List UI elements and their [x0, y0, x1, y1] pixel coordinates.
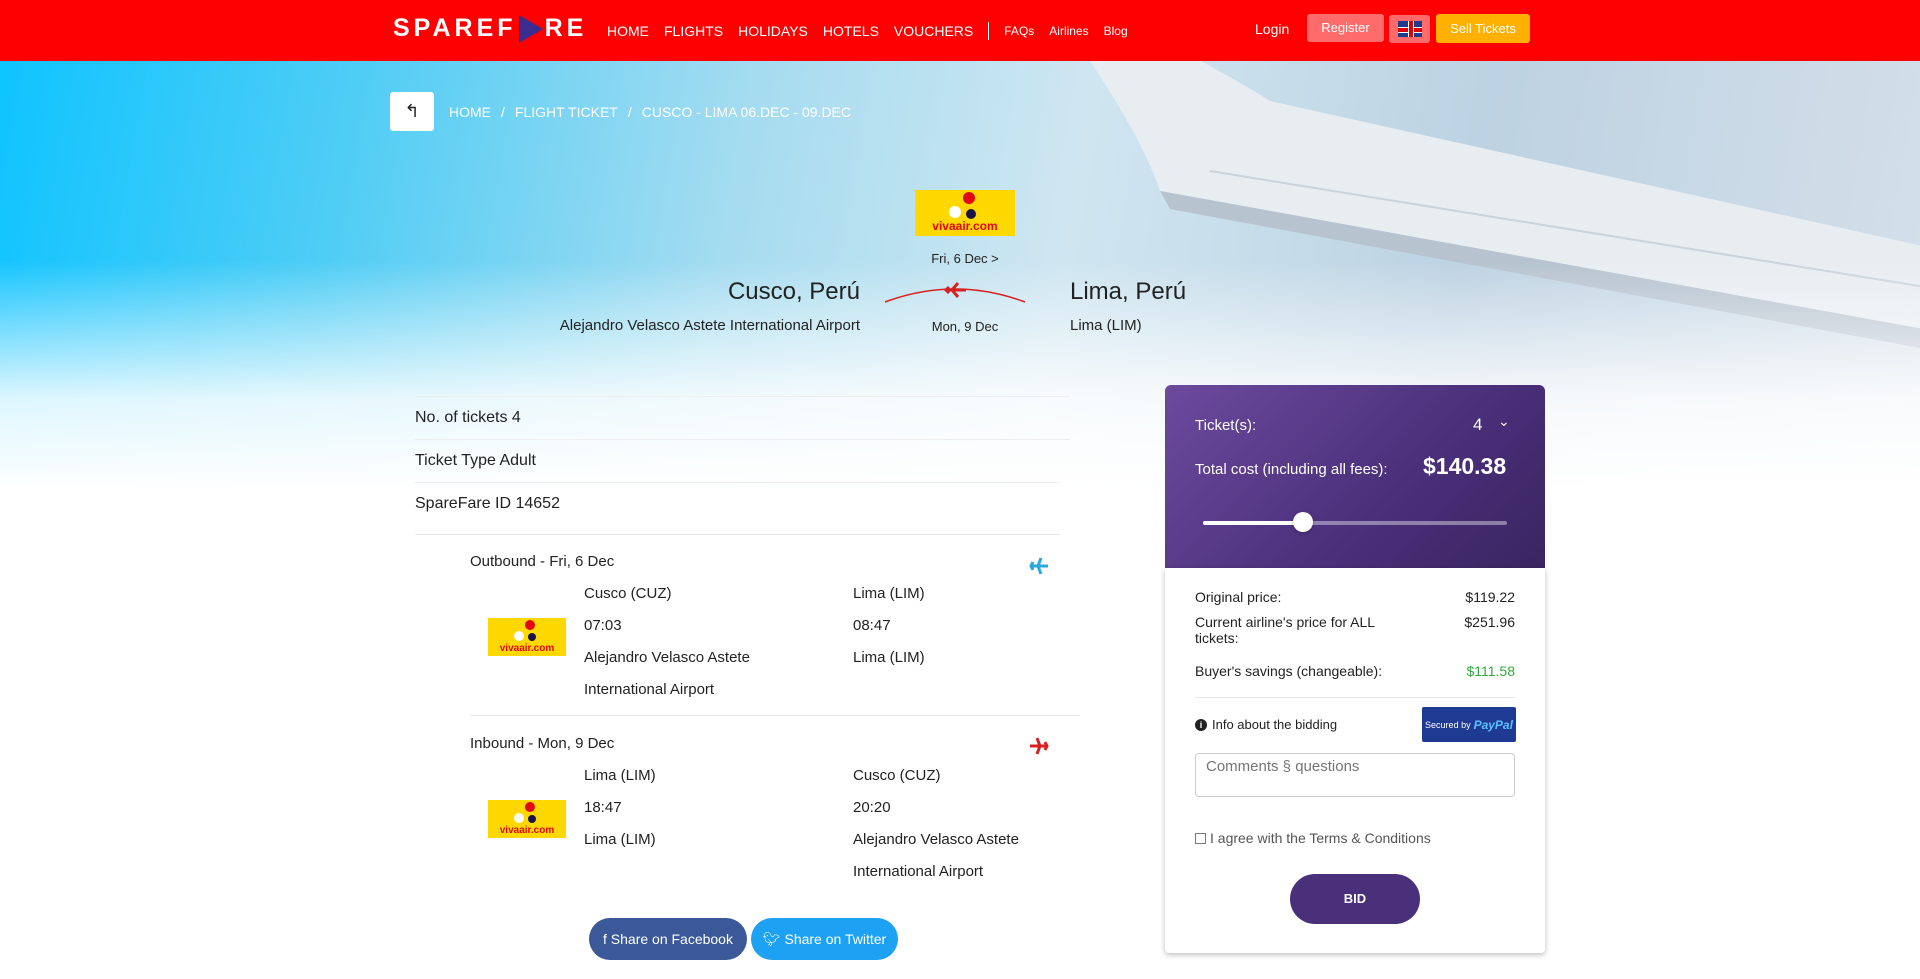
sell-tickets-button[interactable]: Sell Tickets: [1436, 14, 1530, 43]
tickets-count-row: No. of tickets 4: [415, 396, 1070, 439]
price-slider-handle[interactable]: [1293, 512, 1314, 532]
original-price-label: Original price:: [1195, 589, 1282, 605]
outbound-airline-logo: vivaair.com: [488, 618, 566, 656]
nav-airlines[interactable]: Airlines: [1049, 24, 1088, 38]
airline-price-label-line2: tickets:: [1195, 630, 1239, 646]
route-arc-icon: [884, 282, 1026, 303]
savings-label: Buyer's savings (changeable):: [1195, 663, 1383, 679]
outbound-plane-icon: [1029, 557, 1048, 575]
share-twitter-label: Share on Twitter: [784, 931, 887, 947]
origin-city: Cusco, Perú: [727, 278, 860, 305]
chevron-down-icon[interactable]: ⌄: [1498, 413, 1510, 430]
ticket-type-row: Ticket Type Adult: [415, 439, 1070, 482]
inbound-to-code: Cusco (CUZ): [853, 767, 941, 784]
uk-flag-icon: [1397, 21, 1422, 37]
outbound-from-airport-line2: International Airport: [584, 681, 715, 698]
inbound-date: Mon, 9 Dec: [931, 319, 999, 334]
outbound-arrival-time: 08:47: [853, 617, 891, 634]
share-twitter-button[interactable]: 🐦︎ Share on Twitter: [751, 918, 898, 960]
terms-checkbox[interactable]: [1195, 832, 1206, 844]
nav-hotels[interactable]: HOTELS: [823, 23, 879, 39]
comments-input[interactable]: [1195, 753, 1515, 797]
outbound-from-airport: Alejandro Velasco Astete: [584, 649, 750, 666]
register-button[interactable]: Register: [1307, 14, 1384, 42]
logo-text-left: SPAREF: [393, 14, 517, 42]
outbound-date[interactable]: Fri, 6 Dec >: [860, 251, 1070, 266]
back-arrow-icon: ↰: [404, 101, 420, 121]
svg-text:vivaair.com: vivaair.com: [500, 825, 555, 836]
origin-airport: Alejandro Velasco Astete International A…: [559, 317, 860, 334]
breadcrumb: HOME / FLIGHT TICKET / CUSCO - LIMA 06.D…: [449, 104, 861, 120]
bid-summary-panel: Ticket(s): 4 ⌄ Total cost (including all…: [1165, 385, 1545, 568]
terms-label: I agree with the Terms & Conditions: [1210, 830, 1431, 846]
inbound-arrival-time: 20:20: [853, 799, 891, 816]
destination-airport: Lima (LIM): [1070, 317, 1142, 334]
breadcrumb-separator: /: [627, 104, 632, 120]
outbound-departure-time: 07:03: [584, 617, 622, 634]
price-slider[interactable]: [1203, 512, 1507, 532]
bidding-info-link[interactable]: i Info about the bidding: [1195, 717, 1337, 732]
inbound-to-airport: Alejandro Velasco Astete: [853, 831, 1019, 848]
nav-blog[interactable]: Blog: [1104, 24, 1128, 38]
total-cost-value: $140.38: [1423, 453, 1507, 479]
logo-wing-icon: [518, 14, 543, 43]
divider: [415, 534, 1060, 535]
share-facebook-button[interactable]: f Share on Facebook: [589, 918, 747, 960]
language-selector[interactable]: [1389, 15, 1430, 43]
bid-form-panel: Original price: $119.22 Current airline'…: [1165, 568, 1545, 953]
breadcrumb-home[interactable]: HOME: [449, 104, 491, 120]
tickets-label: Ticket(s):: [1195, 417, 1257, 434]
paypal-secured-text: Secured by: [1425, 719, 1471, 730]
breadcrumb-separator: /: [501, 104, 505, 120]
total-cost-label: Total cost (including all fees):: [1195, 461, 1388, 478]
login-link[interactable]: Login: [1255, 21, 1289, 37]
paypal-secured-badge: Secured by PayPal: [1422, 707, 1516, 742]
top-navbar: SPAREF RE HOME FLIGHTS HOLIDAYS HOTELS VO…: [0, 0, 1920, 61]
original-price-row: Original price: $119.22: [1195, 589, 1515, 605]
bidding-info-label: Info about the bidding: [1212, 717, 1338, 732]
bid-button[interactable]: BID: [1290, 874, 1420, 924]
savings-value: $111.58: [1466, 663, 1515, 679]
svg-text:vivaair.com: vivaair.com: [500, 643, 555, 654]
nav-divider: [988, 22, 990, 40]
inbound-from-code: Lima (LIM): [584, 767, 656, 784]
divider: [470, 715, 1080, 716]
info-icon: i: [1195, 718, 1207, 731]
logo-text-right: RE: [544, 14, 588, 42]
tickets-select-value[interactable]: 4: [1473, 415, 1482, 435]
inbound-from-airport: Lima (LIM): [584, 831, 656, 848]
outbound-title: Outbound - Fri, 6 Dec: [470, 553, 615, 570]
original-price-value: $119.22: [1465, 589, 1515, 605]
vivaair-logo: vivaair.com: [915, 190, 1015, 236]
inbound-plane-icon: [1030, 737, 1049, 755]
inbound-title: Inbound - Mon, 9 Dec: [470, 735, 615, 752]
outbound-from-code: Cusco (CUZ): [584, 585, 672, 602]
breadcrumb-current: CUSCO - LIMA 06.DEC - 09.DEC: [641, 104, 852, 120]
twitter-icon: 🐦︎: [762, 931, 785, 947]
price-slider-fill: [1203, 521, 1304, 525]
inbound-to-airport-line2: International Airport: [853, 863, 984, 880]
divider: [1195, 697, 1515, 698]
destination-city: Lima, Perú: [1070, 278, 1187, 305]
airline-price-row: Current airline's price for ALL tickets:…: [1195, 614, 1515, 646]
airline-price-value: $251.96: [1464, 614, 1515, 630]
svg-text:vivaair.com: vivaair.com: [932, 219, 997, 233]
nav-vouchers[interactable]: VOUCHERS: [894, 23, 973, 39]
terms-agreement[interactable]: I agree with the Terms & Conditions: [1195, 830, 1431, 846]
sparefare-logo[interactable]: SPAREF RE: [393, 14, 587, 43]
back-button[interactable]: ↰: [390, 92, 434, 131]
outbound-to-code: Lima (LIM): [853, 585, 925, 602]
inbound-airline-logo: vivaair.com: [488, 800, 566, 838]
nav-home[interactable]: HOME: [607, 23, 649, 39]
inbound-departure-time: 18:47: [584, 799, 622, 816]
sparefare-id-row: SpareFare ID 14652: [415, 482, 1060, 525]
nav-faqs[interactable]: FAQs: [1004, 24, 1034, 38]
paypal-brand: PayPal: [1473, 717, 1513, 732]
breadcrumb-flight-ticket[interactable]: FLIGHT TICKET: [515, 104, 618, 120]
main-nav: HOME FLIGHTS HOLIDAYS HOTELS VOUCHERS FA…: [607, 22, 1143, 40]
savings-row: Buyer's savings (changeable): $111.58: [1195, 663, 1515, 679]
nav-flights[interactable]: FLIGHTS: [664, 23, 723, 39]
outbound-to-airport: Lima (LIM): [853, 649, 925, 666]
nav-holidays[interactable]: HOLIDAYS: [738, 23, 808, 39]
